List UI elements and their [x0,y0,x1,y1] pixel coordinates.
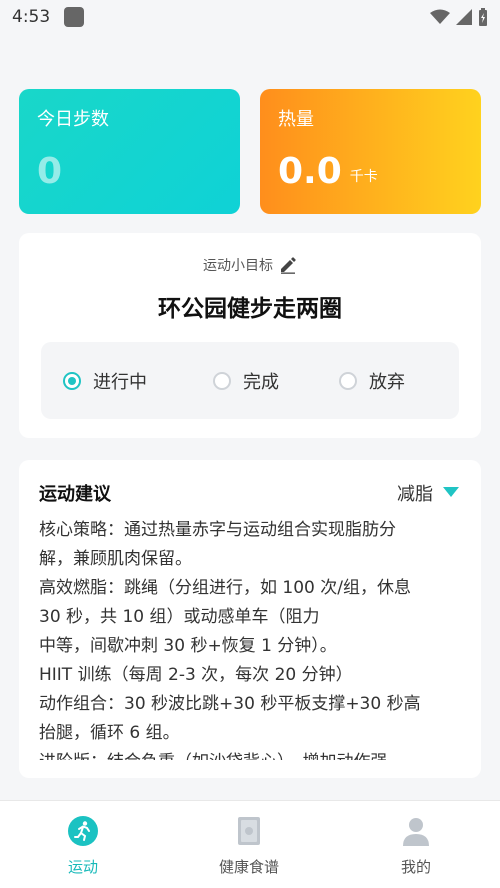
nav-item-exercise[interactable]: 运动 [23,816,143,877]
goal-status-options: 进行中 完成 放弃 [41,342,459,419]
advice-line: 核心策略：通过热量赤字与运动组合实现脂肪分 [39,520,396,540]
recipe-book-icon [234,816,264,846]
app-notification-icon [64,7,85,27]
status-icons [430,8,488,26]
steps-value: 0 [37,151,63,192]
signal-icon [456,9,472,25]
goal-title: 环公园健步走两圈 [158,296,342,322]
option-label: 完成 [243,371,279,393]
goal-header[interactable]: 运动小目标 [19,255,481,275]
advice-type-label: 减脂 [397,484,433,505]
running-icon [68,816,98,846]
wifi-icon [430,9,450,24]
advice-title: 运动建议 [39,484,111,505]
radio-unchecked-icon[interactable] [213,371,231,390]
advice-line: 进阶版：结合负重（如沙袋背心），增加动作强 [39,748,461,760]
nav-label: 运动 [67,858,98,876]
edit-icon[interactable] [279,256,297,274]
goal-card: 运动小目标 环公园健步走两圈 进行中 完成 放弃 [19,233,481,438]
nav-label: 健康食谱 [218,858,279,876]
advice-line: 高效燃脂：跳绳（分组进行，如 100 次/组，休息 [39,578,411,598]
battery-icon [479,8,487,26]
option-in-progress[interactable]: 进行中 [63,368,147,394]
status-time: 4:53 [12,7,51,27]
calories-card[interactable]: 热量 0.0 千卡 [260,89,481,214]
advice-type-dropdown[interactable]: 减脂 [397,480,459,506]
advice-line: HIIT 训练（每周 2-3 次，每次 20 分钟） [39,665,353,685]
bottom-nav: 运动 健康食谱 我的 [0,800,500,888]
nav-item-profile[interactable]: 我的 [356,816,476,877]
nav-item-recipes[interactable]: 健康食谱 [189,816,309,877]
option-label: 放弃 [369,371,405,393]
advice-text: 核心策略：通过热量赤字与运动组合实现脂肪分 解，兼顾肌肉保留。 高效燃脂：跳绳（… [39,516,461,760]
advice-line: 30 秒，共 10 组）或动感单车（阻力 [39,607,320,627]
goal-label: 运动小目标 [203,258,273,274]
radio-unchecked-icon[interactable] [339,371,357,390]
triangle-down-icon [443,487,459,497]
user-icon [401,816,431,846]
steps-label: 今日步数 [37,109,109,130]
option-label: 进行中 [93,371,147,393]
advice-line: 抬腿，循环 6 组。 [39,723,180,743]
advice-card: 运动建议 减脂 核心策略：通过热量赤字与运动组合实现脂肪分 解，兼顾肌肉保留。 … [19,460,481,778]
calories-value: 0.0 [278,151,342,192]
nav-label: 我的 [400,858,431,876]
status-bar: 4:53 [0,0,500,34]
advice-line: 解，兼顾肌肉保留。 [39,549,192,569]
option-complete[interactable]: 完成 [213,368,279,394]
steps-card[interactable]: 今日步数 0 [19,89,240,214]
advice-line: 中等，间歇冲刺 30 秒+恢复 1 分钟）。 [39,636,337,656]
option-give-up[interactable]: 放弃 [339,368,405,394]
calories-unit: 千卡 [349,169,378,185]
advice-line: 动作组合：30 秒波比跳+30 秒平板支撑+30 秒高 [39,694,421,714]
radio-checked-icon[interactable] [63,371,81,390]
calories-label: 热量 [278,109,314,130]
